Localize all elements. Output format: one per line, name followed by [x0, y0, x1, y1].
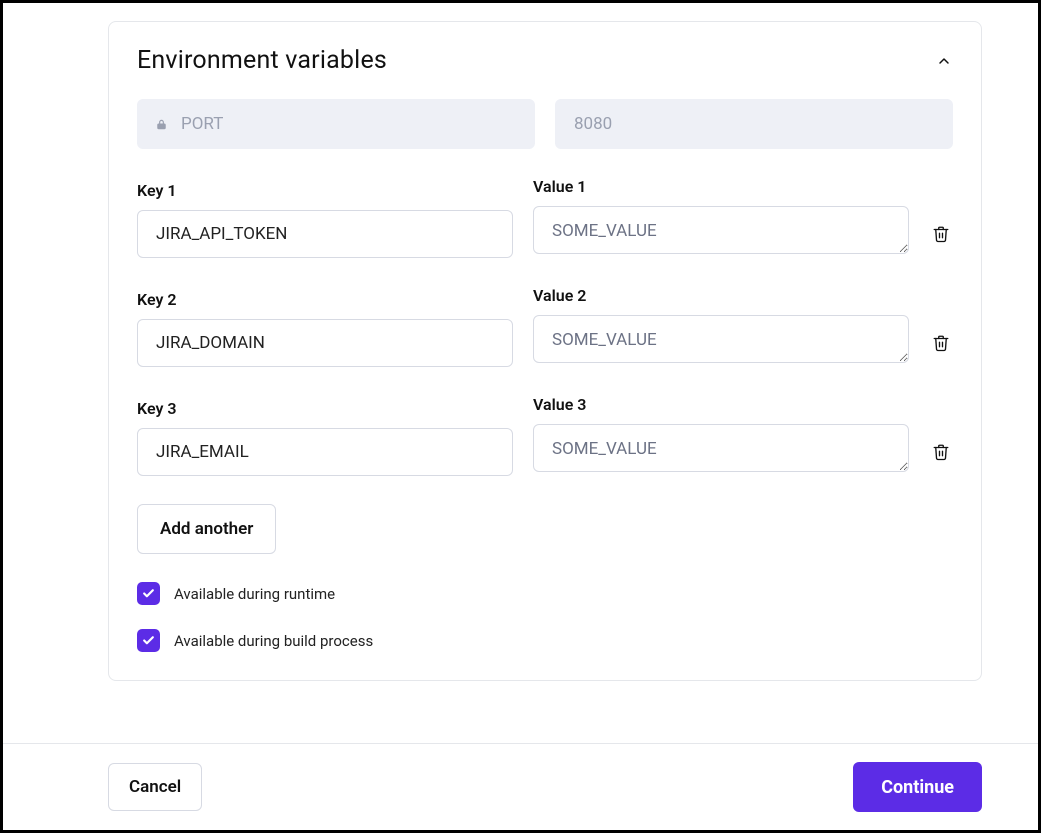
- check-icon: [142, 634, 155, 647]
- delete-row-button[interactable]: [929, 319, 953, 367]
- add-another-button[interactable]: Add another: [137, 504, 276, 554]
- example-key-text: PORT: [181, 114, 223, 134]
- example-row: PORT 8080: [137, 99, 953, 149]
- delete-row-button[interactable]: [929, 428, 953, 476]
- value-label: Value 1: [533, 177, 909, 196]
- key-label: Key 2: [137, 290, 513, 309]
- panel-title: Environment variables: [137, 46, 387, 75]
- value-input[interactable]: SOME_VALUE: [533, 424, 909, 472]
- trash-icon: [932, 333, 950, 353]
- checkbox-runtime-row: Available during runtime: [137, 582, 953, 605]
- key-input[interactable]: [137, 210, 513, 258]
- lock-icon: [156, 118, 167, 131]
- panel-header: Environment variables: [137, 46, 953, 75]
- chevron-up-icon[interactable]: [935, 52, 953, 70]
- env-row: Key 2 Value 2 SOME_VALUE: [137, 286, 953, 367]
- checkbox-build-row: Available during build process: [137, 629, 953, 652]
- key-label: Key 3: [137, 399, 513, 418]
- key-label: Key 1: [137, 181, 513, 200]
- footer: Cancel Continue: [3, 743, 1038, 830]
- checkbox-runtime-label[interactable]: Available during runtime: [174, 585, 335, 603]
- env-vars-panel: Environment variables PORT 8080 Key 1: [108, 21, 982, 681]
- checkbox-runtime[interactable]: [137, 582, 160, 605]
- continue-button[interactable]: Continue: [853, 762, 982, 812]
- value-input[interactable]: SOME_VALUE: [533, 206, 909, 254]
- delete-row-button[interactable]: [929, 210, 953, 258]
- check-icon: [142, 587, 155, 600]
- trash-icon: [932, 442, 950, 462]
- value-label: Value 2: [533, 286, 909, 305]
- key-input[interactable]: [137, 428, 513, 476]
- trash-icon: [932, 224, 950, 244]
- env-row: Key 3 Value 3 SOME_VALUE: [137, 395, 953, 476]
- env-row: Key 1 Value 1 SOME_VALUE: [137, 177, 953, 258]
- checkbox-build[interactable]: [137, 629, 160, 652]
- cancel-button[interactable]: Cancel: [108, 763, 202, 811]
- key-input[interactable]: [137, 319, 513, 367]
- example-key: PORT: [137, 99, 535, 149]
- checkbox-build-label[interactable]: Available during build process: [174, 632, 373, 650]
- example-value-text: 8080: [574, 114, 612, 134]
- value-input[interactable]: SOME_VALUE: [533, 315, 909, 363]
- value-label: Value 3: [533, 395, 909, 414]
- example-value: 8080: [555, 99, 953, 149]
